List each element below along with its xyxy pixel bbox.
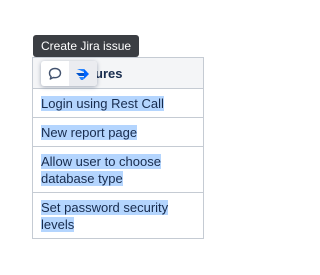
create-jira-issue-button[interactable] (69, 61, 97, 86)
tooltip: Create Jira issue (33, 35, 140, 57)
table-row[interactable]: Set password security levels (33, 192, 203, 238)
comment-button[interactable] (41, 61, 69, 86)
table-cell-text: Login using Rest Call (41, 96, 164, 111)
table-row[interactable]: Allow user to choose database type (33, 146, 203, 192)
canvas: ures Login using Rest Call New report pa… (0, 0, 311, 275)
table-header-label: ures (95, 66, 123, 81)
comment-icon (48, 67, 62, 80)
table-cell-text: Set password security levels (41, 200, 169, 232)
table-row[interactable]: Login using Rest Call (33, 88, 203, 117)
table-cell-text: Allow user to choose database type (41, 154, 161, 186)
jira-issue-icon (76, 68, 89, 80)
table-row[interactable]: New report page (33, 117, 203, 146)
table-cell-text: New report page (41, 125, 138, 140)
inline-toolbar (41, 61, 97, 86)
